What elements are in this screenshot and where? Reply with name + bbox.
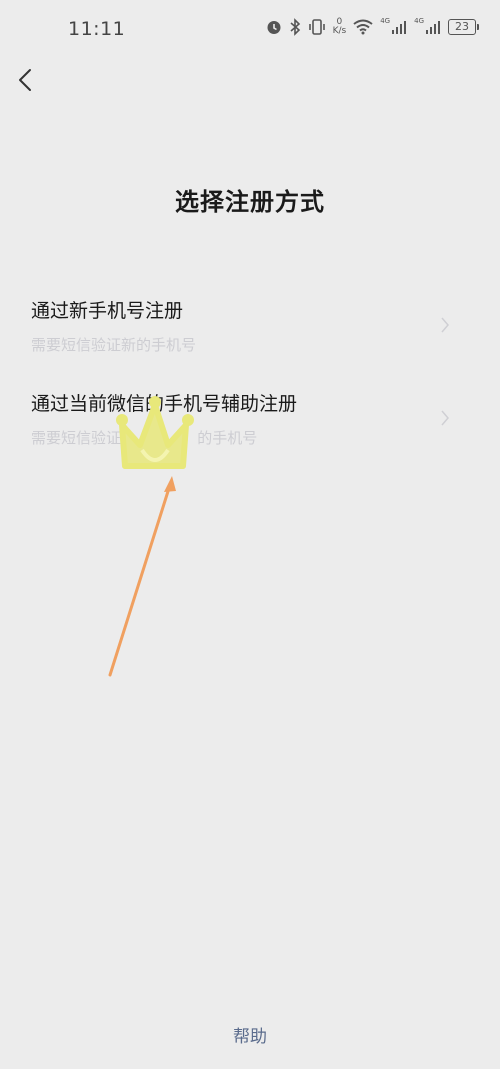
option-subtitle: 需要短信验证新的手机号 [31, 336, 197, 354]
vibrate-icon [308, 18, 326, 36]
option-current-wechat-phone[interactable]: 通过当前微信的手机号辅助注册 需要短信验证 的手机号 [0, 389, 500, 469]
arrow-icon [108, 476, 176, 677]
signal-1-label: 4G [380, 17, 391, 25]
network-speed: 0 K/s [332, 17, 347, 36]
back-button[interactable] [14, 64, 40, 96]
chevron-right-icon [441, 410, 449, 426]
page-title: 选择注册方式 [175, 188, 325, 216]
annotation-overlay [108, 396, 194, 677]
screen: 11:11 0 K/s 4G 4G 23 选择注册方式 通过新手机号注册 需要短… [0, 0, 500, 1069]
status-time: 11:11 [68, 18, 126, 40]
status-icons: 0 K/s 4G 4G 23 [266, 17, 479, 36]
signal-1-icon [391, 19, 407, 35]
bluetooth-icon [289, 18, 301, 36]
option-new-phone[interactable]: 通过新手机号注册 需要短信验证新的手机号 [0, 296, 500, 376]
chevron-left-icon [19, 69, 31, 91]
battery-indicator: 23 [448, 19, 479, 35]
help-link[interactable]: 帮助 [0, 1022, 500, 1047]
option-subtitle: 需要短信验证 的手机号 [31, 429, 258, 447]
wifi-icon [353, 19, 373, 35]
alarm-icon [266, 19, 282, 35]
signal-2-icon [425, 19, 441, 35]
signal-2-label: 4G [414, 17, 424, 25]
option-title: 通过当前微信的手机号辅助注册 [31, 393, 298, 415]
status-bar: 11:11 0 K/s 4G 4G 23 [0, 0, 500, 60]
chevron-right-icon [441, 317, 449, 333]
option-title: 通过新手机号注册 [31, 300, 184, 322]
